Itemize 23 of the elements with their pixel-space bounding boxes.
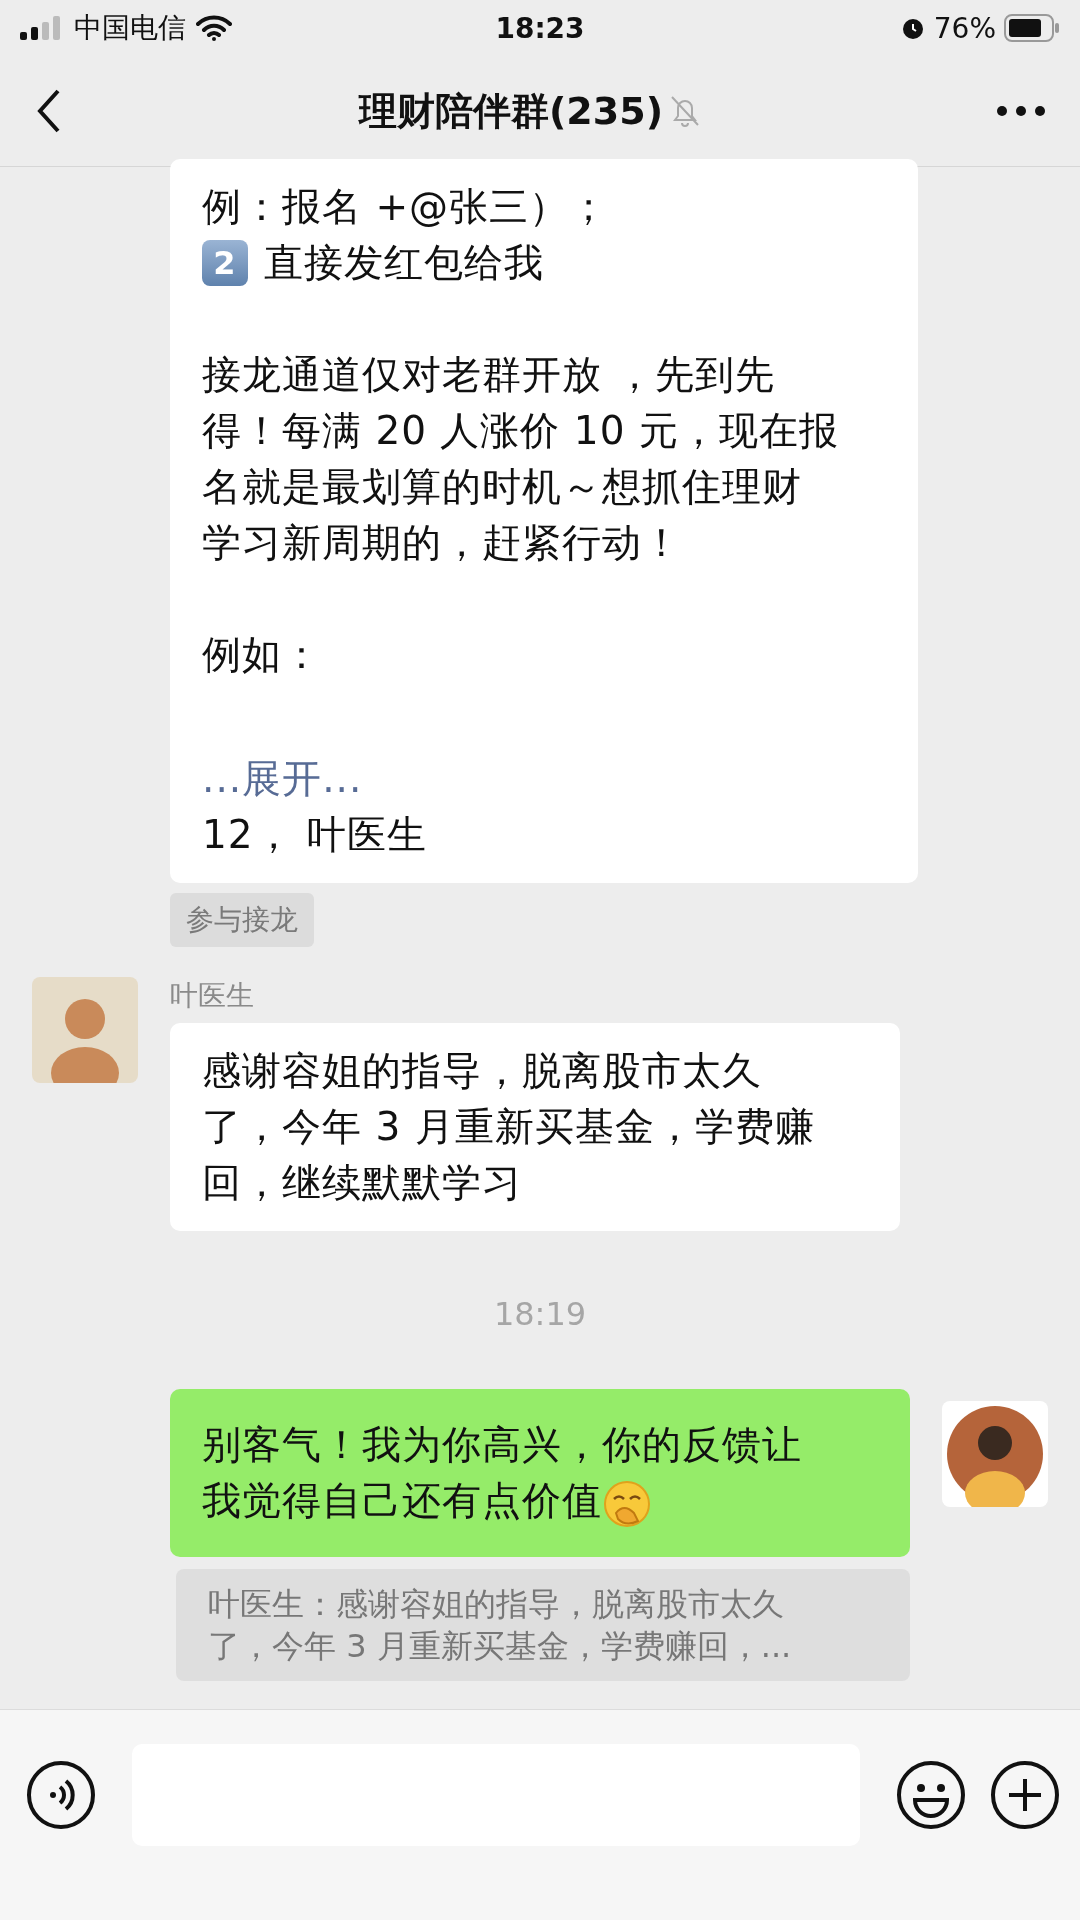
- add-button[interactable]: [990, 1760, 1060, 1830]
- number-keycap: 2: [202, 240, 248, 286]
- message-text: 例：报名 +@张三）；: [202, 183, 611, 231]
- more-icon[interactable]: [996, 105, 1046, 117]
- wifi-icon: [196, 15, 232, 41]
- timestamp: 18:19: [493, 1295, 587, 1333]
- voice-button[interactable]: [26, 1760, 96, 1830]
- carrier-name: 中国电信: [74, 10, 186, 46]
- message-bubble: 感谢容姐的指导，脱离股市太久 了，今年 3 月重新买基金，学费赚 回，继续默默学习: [170, 1023, 900, 1231]
- expand-link[interactable]: ...展开...: [202, 751, 886, 807]
- message-paragraph: 例如：: [202, 631, 323, 679]
- message-text: 12， 叶医生: [202, 811, 429, 859]
- clock: 18:23: [495, 11, 585, 45]
- message-text: 直接发红包给我: [264, 239, 544, 287]
- quoted-message: 叶医生：感谢容姐的指导，脱离股市太久 了，今年 3 月重新买基金，学费赚回，...: [176, 1569, 910, 1681]
- join-button[interactable]: 参与接龙: [170, 893, 314, 947]
- emoji-button[interactable]: [896, 1760, 966, 1830]
- battery-icon: [1004, 14, 1060, 42]
- message-paragraph: 接龙通道仅对老群开放 ，先到先 得！每满 20 人涨价 10 元，现在报 名就是最划算的时机～想抓住理财 学习新周期的，赶紧行动！: [202, 351, 840, 567]
- battery-percent: 76%: [933, 11, 996, 45]
- message-bubble: 别客气！我为你高兴，你的反馈让 我觉得自己还有点价值: [170, 1389, 910, 1557]
- sender-name: 叶医生: [170, 978, 255, 1014]
- chat-title: 理财陪伴群(235): [358, 87, 664, 135]
